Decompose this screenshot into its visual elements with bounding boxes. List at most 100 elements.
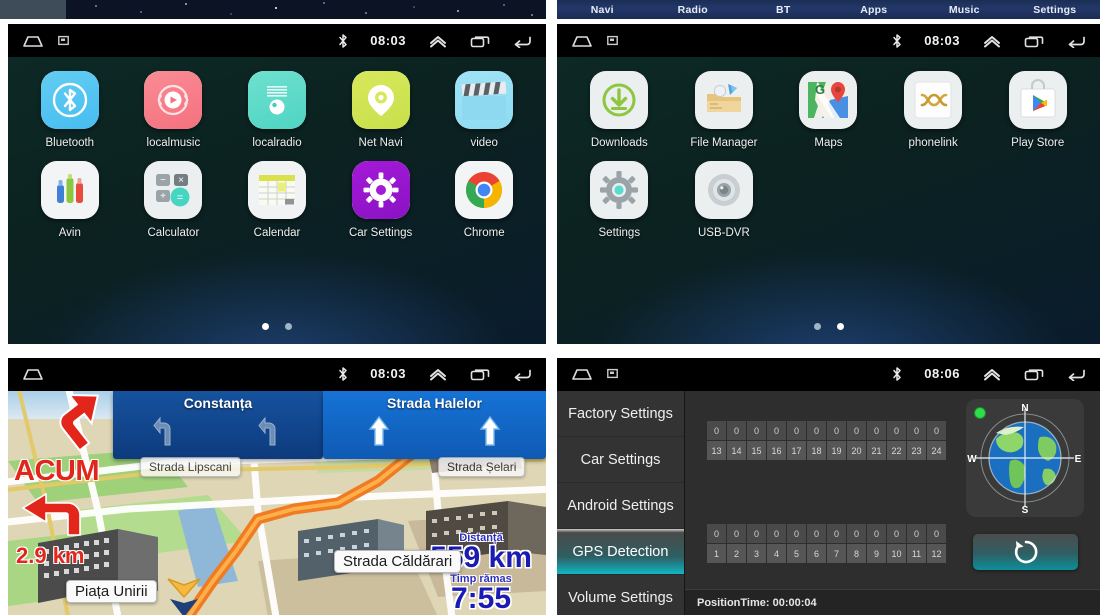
menu-item-music[interactable]: Music (919, 4, 1010, 16)
menu-item-navi[interactable]: Navi (557, 4, 648, 16)
satellite-id-cell: 9 (867, 544, 886, 563)
satellite-signal-cell: 0 (867, 524, 886, 543)
app-label: Avin (58, 227, 81, 239)
app-chrome[interactable]: Chrome (432, 161, 536, 239)
back-icon[interactable] (512, 34, 532, 48)
bluetooth-icon (40, 71, 99, 129)
screenshot-icon[interactable] (58, 35, 69, 46)
app-downloads[interactable]: Downloads (567, 71, 672, 149)
turn-left-arrow (152, 416, 170, 446)
page-dot-2[interactable] (285, 323, 292, 330)
app-net-navi[interactable]: Net Navi (329, 71, 433, 149)
app-usb-dvr[interactable]: USB-DVR (672, 161, 777, 239)
app-settings[interactable]: Settings (567, 161, 672, 239)
expand-up-icon[interactable] (982, 34, 1002, 48)
app-phonelink[interactable]: phonelink (881, 71, 986, 149)
app-car-settings[interactable]: Car Settings (329, 161, 433, 239)
clock: 08:03 (924, 33, 960, 48)
app-localmusic[interactable]: localmusic (122, 71, 226, 149)
satellite-id-cell: 5 (787, 544, 806, 563)
app-icon-tile (455, 71, 514, 129)
maneuver-arrow-icon (59, 393, 100, 452)
satellite-id-cell: 16 (767, 441, 786, 460)
radio-icon (247, 71, 306, 129)
satellite-signal-cell: 0 (727, 421, 746, 440)
app-grid-row-1: Bluetooth localmusic localradio Net Navi… (8, 57, 546, 149)
chrome-icon (455, 161, 514, 219)
head-unit-menu-bar[interactable]: Navi Radio BT Apps Music Settings (557, 0, 1100, 19)
navigation-map-view[interactable]: Constanța Strada Halelor ACUM 2.9 km Dis… (8, 391, 546, 615)
satellite-signal-cell: 0 (747, 421, 766, 440)
sidebar-item-factory-settings[interactable]: Factory Settings (557, 391, 684, 437)
menu-item-radio[interactable]: Radio (648, 4, 739, 16)
recents-icon[interactable] (1024, 367, 1044, 381)
app-calculator[interactable]: − × + = Calculator (122, 161, 226, 239)
app-icon-tile (455, 161, 514, 219)
back-icon[interactable] (1066, 34, 1086, 48)
back-icon[interactable] (512, 367, 532, 381)
next-maneuver-distance: 2.9 km (16, 543, 85, 568)
svg-text:−: − (160, 175, 166, 186)
app-icon-tile (144, 71, 203, 129)
app-avin[interactable]: Avin (18, 161, 122, 239)
recents-icon[interactable] (470, 367, 490, 381)
app-icon-tile (247, 161, 306, 219)
recents-icon[interactable] (1024, 34, 1044, 48)
back-icon[interactable] (1066, 367, 1086, 381)
menu-item-apps[interactable]: Apps (829, 4, 920, 16)
expand-up-icon[interactable] (982, 367, 1002, 381)
app-label: File Manager (690, 137, 758, 149)
app-video[interactable]: video (432, 71, 536, 149)
svg-text:G: G (815, 82, 825, 97)
app-localradio[interactable]: localradio (225, 71, 329, 149)
status-bar: 08:06 (557, 358, 1100, 389)
home-icon[interactable] (22, 34, 44, 48)
recents-icon[interactable] (470, 34, 490, 48)
app-label: USB-DVR (698, 227, 750, 239)
svg-text:+: + (160, 191, 166, 202)
expand-up-icon[interactable] (428, 34, 448, 48)
home-icon[interactable] (571, 367, 593, 381)
app-label: Net Navi (358, 137, 403, 149)
status-bar: 08:03 (557, 24, 1100, 57)
screenshot-icon[interactable] (607, 35, 618, 46)
satellite-id-cell: 17 (787, 441, 806, 460)
svg-text:×: × (178, 175, 184, 186)
menu-item-settings[interactable]: Settings (1010, 4, 1100, 16)
app-bluetooth[interactable]: Bluetooth (18, 71, 122, 149)
satellite-id-row: 1 2 3 4 5 6 7 8 9 10 11 12 (707, 544, 946, 563)
gps-refresh-button[interactable] (973, 534, 1078, 570)
page-dot-2[interactable] (836, 323, 844, 330)
page-dot-1[interactable] (813, 323, 821, 330)
dvr-camera-icon (707, 174, 740, 206)
map-label-strada-selari: Strada Șelari (438, 457, 526, 477)
starry-wallpaper-fragment (0, 0, 546, 19)
expand-up-icon[interactable] (428, 367, 448, 381)
clapperboard-icon (455, 71, 514, 129)
home-icon[interactable] (22, 367, 44, 381)
satellite-id-cell: 8 (847, 544, 866, 563)
menu-item-bt[interactable]: BT (738, 4, 829, 16)
app-icon-tile (40, 161, 99, 219)
app-maps[interactable]: G Maps (776, 71, 881, 149)
home-icon[interactable] (571, 34, 593, 48)
app-calendar[interactable]: Calendar (225, 161, 329, 239)
page-indicator (8, 323, 546, 330)
app-drawer-page-2: Downloads File Manager G Maps phonelink … (557, 57, 1100, 344)
sidebar-item-car-settings[interactable]: Car Settings (557, 437, 684, 483)
satellite-id-cell: 12 (927, 544, 946, 563)
lane-arrows (323, 413, 546, 449)
app-label: Downloads (590, 137, 648, 149)
app-icon-tile (40, 71, 99, 129)
page-dot-1[interactable] (262, 323, 269, 330)
satellite-signal-cell: 0 (707, 421, 726, 440)
screenshot-icon[interactable] (607, 368, 618, 379)
sidebar-item-volume-settings[interactable]: Volume Settings (557, 575, 684, 615)
satellite-signal-cell: 0 (767, 421, 786, 440)
app-file-manager[interactable]: File Manager (672, 71, 777, 149)
page-indicator (557, 323, 1100, 330)
app-play-store[interactable]: Play Store (985, 71, 1090, 149)
sidebar-item-android-settings[interactable]: Android Settings (557, 483, 684, 529)
satellite-signal-cell: 0 (887, 421, 906, 440)
sidebar-item-gps-detection[interactable]: GPS Detection (557, 529, 684, 575)
